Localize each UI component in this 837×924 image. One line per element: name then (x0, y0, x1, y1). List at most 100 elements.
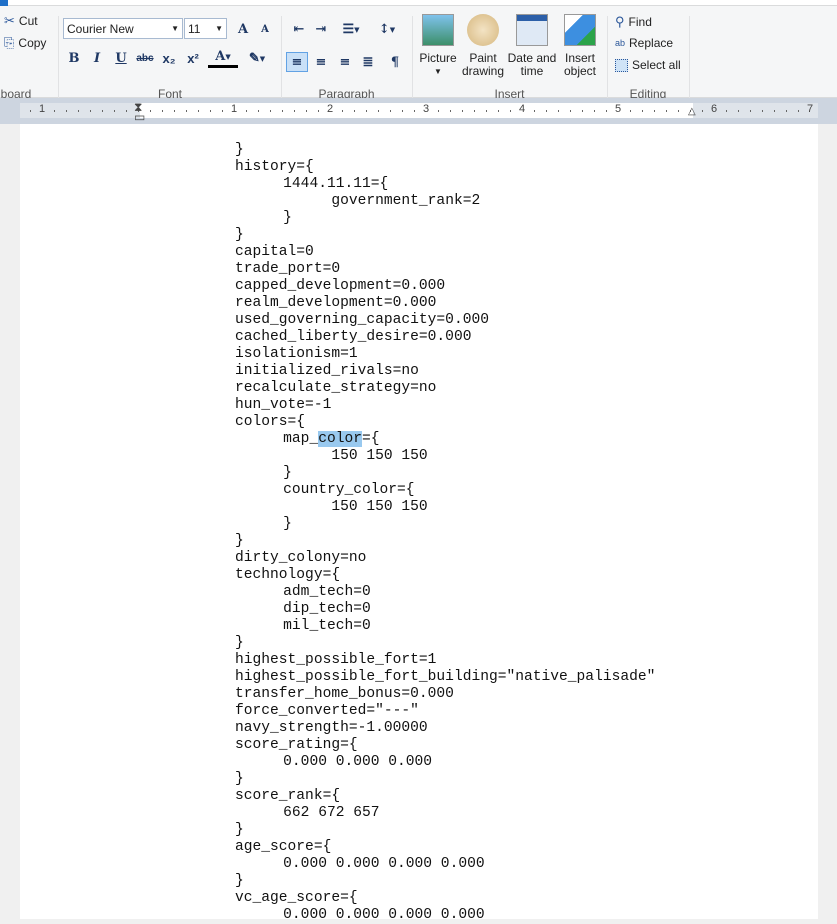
decrease-indent-icon[interactable]: ⇤ (288, 19, 310, 39)
ruler-label: 3 (423, 103, 430, 115)
bullets-icon[interactable]: ☰ ▼ (336, 19, 366, 39)
line-text: capital=0 (235, 244, 314, 260)
line-text: vc_age_score={ (235, 890, 358, 906)
text-line: } (235, 227, 655, 244)
line-text: score_rating={ (235, 737, 358, 753)
ruler-tick (726, 110, 727, 112)
text-line: transfer_home_bonus=0.000 (235, 686, 655, 703)
text-line: } (235, 533, 655, 550)
line-text: adm_tech=0 (235, 584, 371, 600)
ruler-tick (786, 110, 787, 112)
divider (689, 16, 690, 98)
align-right-icon[interactable]: ≡ (334, 52, 356, 72)
text-line: 0.000 0.000 0.000 0.000 (235, 907, 655, 924)
align-center-icon[interactable]: ≡ (310, 52, 332, 72)
text-line: } (235, 873, 655, 890)
date-time-button[interactable]: Date and time (506, 14, 558, 78)
select-all-button[interactable]: Select all (615, 58, 681, 72)
paint-drawing-button[interactable]: Paint drawing (460, 14, 506, 78)
text-line: 662 672 657 (235, 805, 655, 822)
line-text: dip_tech=0 (235, 601, 371, 617)
divider (58, 16, 59, 98)
line-text: used_governing_capacity=0.000 (235, 312, 489, 328)
align-left-icon[interactable]: ≡ (286, 52, 308, 72)
text-line: dirty_colony=no (235, 550, 655, 567)
subscript-button[interactable]: x₂ (158, 48, 180, 68)
line-spacing-icon[interactable]: ↕ ▼ (372, 19, 402, 39)
text-line: mil_tech=0 (235, 618, 655, 635)
ruler-tick (558, 110, 559, 112)
ruler-tick (450, 110, 451, 112)
indent-marker[interactable]: ⧗ ▭ (134, 101, 145, 123)
ruler-label: 4 (519, 103, 526, 115)
text-line: initialized_rivals=no (235, 363, 655, 380)
text-line: } (235, 465, 655, 482)
document-text[interactable]: } history={ 1444.11.11={ government_rank=… (235, 142, 655, 924)
text-line: isolationism=1 (235, 346, 655, 363)
line-text: 150 150 150 (235, 448, 428, 464)
replace-button[interactable]: ab Replace (615, 36, 673, 50)
ruler-tick (678, 110, 679, 112)
line-text: } (235, 533, 244, 549)
paragraph-icon[interactable]: ¶ (384, 52, 406, 72)
text-color-button[interactable]: A ▼ (208, 48, 238, 68)
text-line: 0.000 0.000 0.000 0.000 (235, 856, 655, 873)
font-size-select[interactable]: 11 ▼ (184, 18, 227, 39)
ruler-tick (354, 110, 355, 112)
text-line: realm_development=0.000 (235, 295, 655, 312)
ruler-tick (642, 110, 643, 112)
copy-button[interactable]: ⎘ Copy (4, 35, 46, 51)
text-line: } (235, 516, 655, 533)
ruler-tick (282, 110, 283, 112)
pencil-icon: ✎ (248, 50, 260, 66)
text-line: colors={ (235, 414, 655, 431)
text-line: government_rank=2 (235, 193, 655, 210)
ruler-tick (606, 110, 607, 112)
superscript-button[interactable]: x² (182, 48, 204, 68)
copy-icon: ⎘ (4, 35, 15, 50)
ruler-tick (402, 110, 403, 112)
insert-object-button[interactable]: Insert object (559, 14, 601, 78)
text-line: country_color={ (235, 482, 655, 499)
picture-button[interactable]: Picture ▼ (416, 14, 460, 78)
ruler-tick (90, 110, 91, 112)
line-text: 150 150 150 (235, 499, 428, 515)
replace-icon: ab (615, 38, 626, 48)
ruler-tick (702, 110, 703, 112)
ruler-tick (534, 110, 535, 112)
ruler-tick (102, 110, 103, 112)
ruler-tick (378, 110, 379, 112)
ruler-tick (126, 110, 127, 112)
strikethrough-button[interactable]: abc (134, 48, 156, 68)
justify-icon[interactable]: ≣ (357, 52, 379, 72)
shrink-font-button[interactable]: A (254, 19, 276, 39)
palette-icon (467, 14, 499, 46)
line-text: 0.000 0.000 0.000 (235, 754, 433, 770)
text-line: age_score={ (235, 839, 655, 856)
ruler-tick (666, 110, 667, 112)
ruler-tick (270, 110, 271, 112)
ruler-label: 7 (807, 103, 814, 115)
increase-indent-icon[interactable]: ⇥ (310, 19, 332, 39)
highlight-button[interactable]: ✎ ▼ (242, 48, 272, 68)
ruler-tick (798, 110, 799, 112)
line-text: map_ (235, 431, 319, 447)
italic-button[interactable]: I (86, 48, 108, 68)
font-family-select[interactable]: Courier New ▼ (63, 18, 183, 39)
underline-button[interactable]: U (110, 48, 132, 68)
ruler-tick (414, 110, 415, 112)
ruler-tick (186, 110, 187, 112)
line-text: 0.000 0.000 0.000 0.000 (235, 907, 485, 923)
object-icon (564, 14, 596, 46)
ruler-tick (546, 110, 547, 112)
grow-font-button[interactable]: A (232, 19, 254, 39)
ribbon: ✂ Cut ⎘ Copy board Courier New ▼ 11 ▼ A A B … (0, 6, 837, 101)
line-text: } (235, 771, 244, 787)
line-text: 0.000 0.000 0.000 0.000 (235, 856, 485, 872)
cut-button[interactable]: ✂ Cut (4, 13, 38, 29)
select-all-icon (615, 58, 628, 72)
text-line: used_governing_capacity=0.000 (235, 312, 655, 329)
right-indent-marker[interactable]: △ (688, 106, 696, 117)
find-button[interactable]: ⚲ Find (615, 14, 652, 30)
bold-button[interactable]: B (63, 48, 85, 68)
